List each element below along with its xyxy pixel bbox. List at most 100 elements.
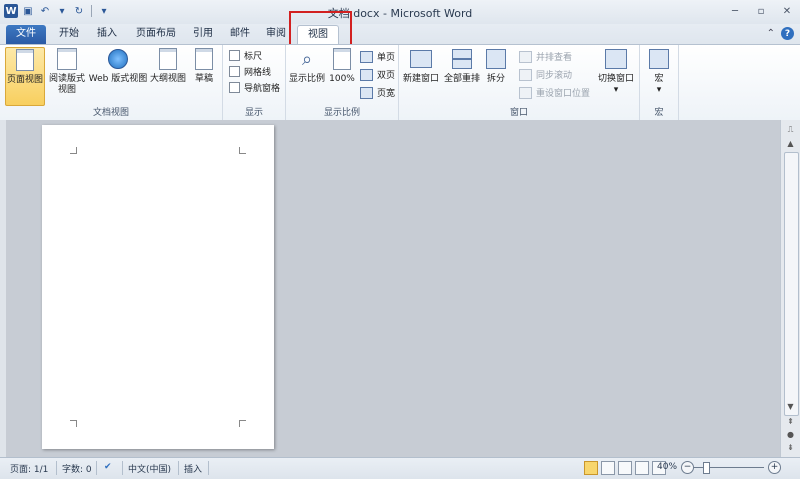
margin-mark-bottom-left — [70, 420, 77, 427]
zoom-out-icon[interactable]: − — [681, 461, 694, 474]
window-title: 文档.docx - Microsoft Word — [327, 7, 473, 20]
tab-home[interactable]: 开始 — [52, 25, 86, 44]
group-document-views: 页面视图 阅读版式 视图 Web 版式视图 大纲视图 草稿 文档视图 — [0, 45, 223, 120]
full-screen-reading-button[interactable]: 阅读版式 视图 — [47, 47, 87, 96]
page-view-icon — [16, 49, 34, 71]
group-window: 新建窗口 全部重排 拆分 并排查看 同步滚动 重设窗口位置 切换窗口 ▾ 窗口 — [399, 45, 640, 120]
one-page-label: 单页 — [377, 53, 396, 63]
zoom-label: 显示比例 — [288, 74, 325, 84]
vertical-scrollbar[interactable]: ⎍ ▲ ▼ ⇞ ● ⇟ — [780, 120, 800, 457]
help-icon[interactable]: ? — [781, 27, 794, 40]
zoom-100-button[interactable]: 100% — [328, 47, 356, 85]
group-show: 标尺 网格线 导航窗格 显示 — [223, 45, 286, 120]
insert-mode[interactable]: 插入 — [184, 462, 202, 475]
group-zoom: ⌕ 显示比例 100% 单页 双页 页宽 显示比例 — [286, 45, 399, 120]
two-pages-button[interactable]: 双页 — [360, 68, 395, 81]
vertical-ruler — [0, 120, 6, 457]
sync-scroll-button[interactable]: 同步滚动 — [519, 68, 572, 81]
margin-mark-top-right — [239, 147, 246, 154]
minimize-icon[interactable]: ─ — [728, 4, 742, 18]
new-window-button[interactable]: 新建窗口 — [401, 47, 441, 85]
collapse-ribbon-icon[interactable]: ⌃ — [767, 28, 775, 39]
new-window-icon — [410, 50, 432, 68]
full-screen-reading-label: 阅读版式 — [48, 74, 85, 84]
separator — [122, 461, 123, 475]
ruler-checkbox[interactable] — [229, 50, 240, 61]
side-by-side-button[interactable]: 并排查看 — [519, 50, 572, 63]
separator — [178, 461, 179, 475]
ruler-checkbox-row[interactable]: 标尺 — [229, 49, 262, 62]
tab-mailings[interactable]: 邮件 — [224, 25, 256, 44]
hundred-percent-icon — [333, 48, 351, 70]
print-layout-button[interactable]: 页面视图 — [5, 47, 45, 106]
macros-icon — [649, 49, 669, 69]
ruler-toggle-icon[interactable]: ⎍ — [784, 124, 797, 136]
reset-window-position-label: 重设窗口位置 — [536, 89, 591, 99]
close-icon[interactable]: ✕ — [780, 4, 794, 18]
navigation-pane-checkbox-row[interactable]: 导航窗格 — [229, 81, 280, 94]
sync-scroll-icon — [519, 68, 532, 81]
next-page-icon[interactable]: ⇟ — [784, 442, 797, 454]
page-width-button[interactable]: 页宽 — [360, 86, 395, 99]
tab-review[interactable]: 审阅 — [260, 25, 292, 44]
web-layout-button[interactable]: Web 版式视图 — [88, 47, 148, 85]
group-label-macros: 宏 — [654, 108, 664, 118]
document-page[interactable] — [42, 125, 274, 449]
tab-bar-right: ⌃ ? — [767, 27, 794, 40]
outline-view-icon[interactable] — [635, 461, 649, 475]
page-width-icon — [360, 86, 373, 99]
separator — [208, 461, 209, 475]
separator — [96, 461, 97, 475]
magnifier-icon: ⌕ — [301, 48, 313, 70]
gridlines-label: 网格线 — [244, 68, 272, 78]
two-pages-label: 双页 — [377, 71, 396, 81]
gridlines-checkbox[interactable] — [229, 66, 240, 77]
web-layout-label: Web 版式视图 — [88, 74, 148, 84]
draft-button[interactable]: 草稿 — [190, 47, 218, 85]
language[interactable]: 中文(中国) — [128, 462, 171, 475]
group-label-zoom: 显示比例 — [323, 108, 360, 118]
ribbon-tab-bar: 文件 开始 插入 页面布局 引用 邮件 审阅 视图 ⌃ ? — [0, 24, 800, 45]
ruler-label: 标尺 — [244, 52, 263, 62]
switch-windows-button[interactable]: 切换窗口 ▾ — [595, 47, 637, 96]
document-workspace[interactable] — [0, 120, 780, 457]
arrange-all-button[interactable]: 全部重排 — [442, 47, 482, 85]
gridlines-checkbox-row[interactable]: 网格线 — [229, 65, 271, 78]
one-page-icon — [360, 50, 373, 63]
web-layout-view-icon[interactable] — [618, 461, 632, 475]
maximize-icon[interactable]: ▫ — [754, 4, 768, 18]
zoom-100-label: 100% — [329, 74, 355, 84]
two-pages-icon — [360, 68, 373, 81]
side-by-side-label: 并排查看 — [536, 53, 573, 63]
full-screen-reading-view-icon[interactable] — [601, 461, 615, 475]
split-button[interactable]: 拆分 — [483, 47, 509, 85]
reset-window-position-icon — [519, 86, 532, 99]
navigation-pane-checkbox[interactable] — [229, 82, 240, 93]
tab-insert[interactable]: 插入 — [90, 25, 124, 44]
tab-file[interactable]: 文件 — [6, 25, 46, 44]
scroll-down-icon[interactable]: ▼ — [784, 401, 797, 413]
new-window-label: 新建窗口 — [402, 74, 439, 84]
status-bar: 页面: 1/1 字数: 0 ✔ 中文(中国) 插入 40% − + — [0, 457, 800, 479]
zoom-level[interactable]: 40% — [657, 462, 677, 472]
word-count[interactable]: 字数: 0 — [62, 462, 92, 475]
one-page-button[interactable]: 单页 — [360, 50, 395, 63]
print-layout-view-icon[interactable] — [584, 461, 598, 475]
zoom-slider-thumb[interactable] — [703, 462, 710, 474]
switch-windows-label: 切换窗口 — [597, 74, 634, 84]
browse-object-icon[interactable]: ● — [784, 429, 797, 441]
reset-window-position-button[interactable]: 重设窗口位置 — [519, 86, 590, 99]
outline-button[interactable]: 大纲视图 — [148, 47, 188, 85]
tab-references[interactable]: 引用 — [188, 25, 218, 44]
tab-page-layout[interactable]: 页面布局 — [128, 25, 184, 44]
web-globe-icon — [108, 49, 128, 69]
group-label-show: 显示 — [244, 108, 263, 118]
zoom-in-icon[interactable]: + — [768, 461, 781, 474]
scroll-thumb[interactable] — [784, 152, 799, 416]
zoom-button[interactable]: ⌕ 显示比例 — [288, 47, 326, 85]
macros-button[interactable]: 宏 ▾ — [646, 47, 672, 96]
scroll-up-icon[interactable]: ▲ — [784, 138, 797, 150]
proofing-icon[interactable]: ✔ — [104, 462, 112, 472]
page-count[interactable]: 页面: 1/1 — [10, 462, 48, 475]
previous-page-icon[interactable]: ⇞ — [784, 416, 797, 428]
